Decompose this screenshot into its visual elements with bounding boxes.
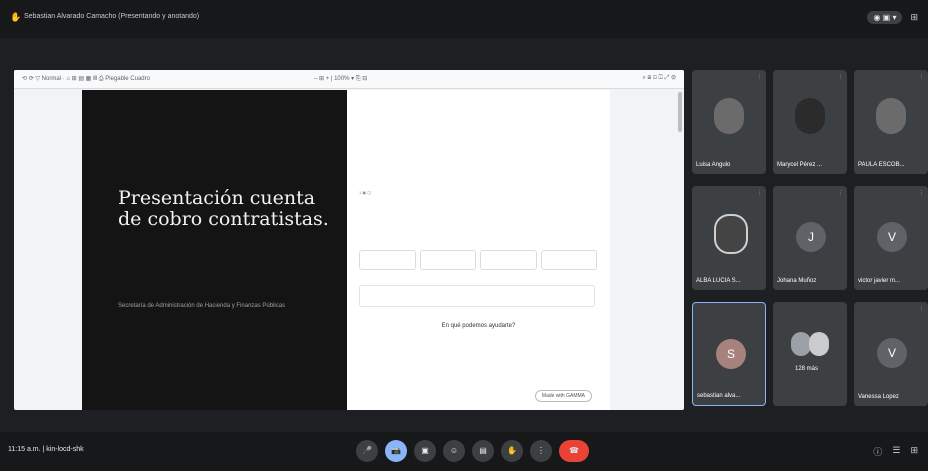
participant-name: Marycel Pérez ...: [777, 162, 823, 168]
more-participants-count: 128 más: [795, 366, 819, 372]
call-controls: 🎤 📷 ▣ ☺ ▤ ✋ ⋮ ☎: [356, 440, 589, 462]
participant-tile[interactable]: ⋮ Marycel Pérez ...: [773, 70, 847, 174]
captions-button[interactable]: ▣: [414, 440, 436, 462]
participant-tile[interactable]: ⋮ J Johana Muñoz: [773, 186, 847, 290]
participant-tile-self[interactable]: S sebastian alva...: [692, 302, 766, 406]
participant-tile[interactable]: ⋮ PAULA ESCOB...: [854, 70, 928, 174]
mic-icon: ⋮: [919, 190, 924, 196]
toolbar-right-tools[interactable]: ⌕ ⊞ ⊡ ◫ ⤢ ⚙: [642, 75, 676, 82]
bottom-bar: 11:15 a.m. | kin-locd-shk 🎤 📷 ▣ ☺ ▤ ✋ ⋮ …: [0, 432, 928, 471]
more-options-button[interactable]: ⋮: [530, 440, 552, 462]
participant-tile[interactable]: ⋮ Luisa Angulo: [692, 70, 766, 174]
leave-call-button[interactable]: ☎: [559, 440, 589, 462]
presenter-label: Sebastian Alvarado Camacho (Presentando …: [24, 13, 200, 20]
chat-icon[interactable]: ☰: [892, 445, 900, 458]
present-button[interactable]: ▤: [472, 440, 494, 462]
made-with-badge[interactable]: Made with GAMMA: [534, 390, 592, 402]
meeting-time-code: 11:15 a.m. | kin-locd-shk: [8, 446, 84, 453]
present-options-pill[interactable]: ◉ ▣ ▾: [867, 11, 903, 24]
activities-icon[interactable]: ⊞: [910, 445, 918, 458]
form-header-label: 1 ▣ ◫: [359, 190, 372, 195]
mic-icon: ⋮: [757, 190, 762, 196]
participant-tile[interactable]: ⋮ V victor javier m...: [854, 186, 928, 290]
participant-name: PAULA ESCOB...: [858, 162, 905, 168]
hand-icon: ✋: [10, 12, 22, 22]
top-bar: ✋ Sebastian Alvarado Camacho (Presentand…: [0, 0, 928, 38]
bottom-right-icons: ⓘ ☰ ⊞: [873, 445, 918, 458]
grid-icon[interactable]: ⊞: [910, 12, 918, 23]
participant-name: Luisa Angulo: [696, 162, 731, 168]
participant-name: victor javier m...: [858, 278, 901, 284]
presentation-toolbar: ⟲ ⟳ ▽ Normal · ⌂ ⊞ ▤ ▦ Ⅲ ⎙ Plegable Cuad…: [14, 70, 684, 89]
top-right-controls: ◉ ▣ ▾ ⊞: [867, 11, 918, 24]
more-participants-tile[interactable]: 128 más: [773, 302, 847, 406]
slide-dark-panel: Presentación cuenta de cobro contratista…: [82, 90, 347, 410]
mic-icon: ⋮: [919, 74, 924, 80]
slide-subtitle: Secretaría de Administración de Hacienda…: [118, 303, 286, 309]
form-header: 1 ▣ ◫: [359, 190, 599, 195]
presentation-scrollbar[interactable]: [678, 92, 682, 132]
participant-photo: [795, 98, 825, 134]
participant-avatar: S: [716, 339, 746, 369]
participant-photo: [714, 98, 744, 134]
participant-avatar: V: [877, 338, 907, 368]
participant-name: Johana Muñoz: [777, 278, 817, 284]
participant-tile[interactable]: ⋮ ALBA LUCIA S...: [692, 186, 766, 290]
mic-button[interactable]: 🎤: [356, 440, 378, 462]
participant-photo: [714, 214, 748, 254]
mic-icon: ⋮: [838, 190, 843, 196]
slide-title: Presentación cuenta de cobro contratista…: [118, 187, 329, 230]
slide-form-panel: 1 ▣ ◫ En qué podemos ayudarte? Made with…: [347, 90, 610, 410]
mic-icon: ⋮: [919, 306, 924, 312]
help-text: En qué podemos ayudarte?: [441, 323, 516, 329]
participant-name: Vanessa Lopez: [858, 394, 899, 400]
mic-icon: ⋮: [838, 74, 843, 80]
form-field[interactable]: [359, 250, 416, 270]
camera-button[interactable]: 📷: [385, 440, 407, 462]
form-card: [359, 285, 595, 307]
info-icon[interactable]: ⓘ: [873, 445, 882, 458]
participant-tile[interactable]: ⋮ V Vanessa Lopez: [854, 302, 928, 406]
participant-avatar: V: [877, 222, 907, 252]
emoji-button[interactable]: ☺: [443, 440, 465, 462]
participant-photo: [876, 98, 906, 134]
toolbar-left-tools[interactable]: ⟲ ⟳ ▽ Normal · ⌂ ⊞ ▤ ▦ Ⅲ ⎙ Plegable Cuad…: [22, 75, 150, 83]
mic-icon: ⋮: [757, 74, 762, 80]
participant-name: ALBA LUCIA S...: [696, 278, 741, 284]
toolbar-zoom-tools[interactable]: – ⊞ + | 100% ▾ ⎘ ⊟: [314, 75, 367, 83]
participant-avatar: J: [796, 222, 826, 252]
form-field[interactable]: [540, 250, 597, 270]
more-participants-avatars: [791, 332, 831, 356]
participant-name: sebastian alva...: [697, 393, 741, 399]
presentation-area: ⟲ ⟳ ▽ Normal · ⌂ ⊞ ▤ ▦ Ⅲ ⎙ Plegable Cuad…: [14, 70, 684, 410]
raise-hand-button[interactable]: ✋: [501, 440, 523, 462]
form-field[interactable]: [480, 250, 537, 270]
form-field[interactable]: [419, 250, 476, 270]
form-row: [359, 250, 597, 270]
